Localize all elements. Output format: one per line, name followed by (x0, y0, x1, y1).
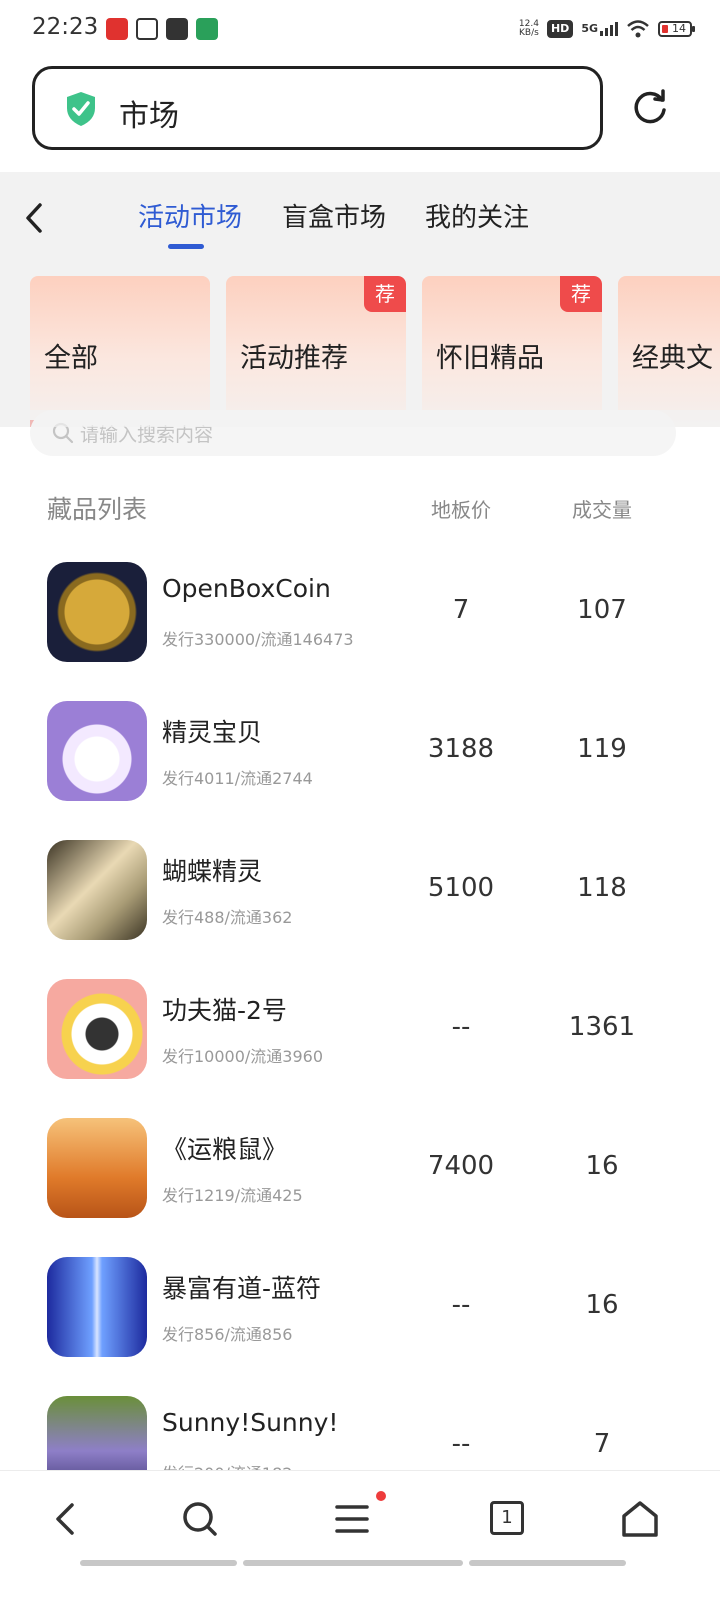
battery-icon: 14 (658, 21, 695, 37)
hand-icon (136, 18, 158, 40)
trade-volume: 16 (585, 1151, 619, 1181)
trade-volume: 118 (577, 873, 627, 903)
net-speed: 12.4 KB/s (518, 19, 539, 38)
collectible-name: 蝴蝶精灵 (162, 857, 263, 886)
recommend-badge: 荐 (364, 276, 406, 312)
recommend-badge: 荐 (560, 276, 602, 312)
tab-activity-market[interactable]: 活动市场 (138, 197, 242, 234)
floor-price: -- (451, 1290, 471, 1320)
collectible-thumbnail (47, 1257, 147, 1357)
collectible-row[interactable]: OpenBoxCoin 发行330000/流通146473 7 107 (0, 562, 720, 701)
collectible-thumbnail (47, 562, 147, 662)
address-bar[interactable]: 市场 (32, 66, 603, 150)
map-icon (196, 18, 218, 40)
collectible-row[interactable]: 暴富有道-蓝符 发行856/流通856 -- 16 (0, 1257, 720, 1396)
category-label: 活动推荐 (240, 343, 348, 374)
home-indicator-segment (469, 1560, 626, 1566)
collectible-name: OpenBoxCoin (162, 574, 331, 603)
wifi-icon (627, 20, 649, 38)
floor-price: 5100 (427, 873, 495, 903)
category-label: 全部 (44, 343, 98, 374)
collectible-thumbnail (47, 1118, 147, 1218)
collectible-thumbnail (47, 979, 147, 1079)
trade-volume: 7 (593, 1429, 611, 1459)
tab-my-follows[interactable]: 我的关注 (425, 197, 529, 234)
collectible-name: 精灵宝贝 (162, 718, 263, 747)
tabs-icon[interactable]: 1 (490, 1501, 524, 1535)
collectible-supply: 发行1219/流通425 (162, 1186, 303, 1205)
category-label: 经典文 (632, 343, 713, 374)
collectible-supply: 发行10000/流通3960 (162, 1047, 324, 1066)
shield-check-icon (67, 92, 95, 126)
collectible-thumbnail (47, 840, 147, 940)
netease-music-icon (106, 18, 128, 40)
address-text: 市场 (119, 99, 179, 134)
trade-volume: 107 (577, 595, 627, 625)
collectible-row[interactable]: 功夫猫-2号 发行10000/流通3960 -- 1361 (0, 979, 720, 1118)
list-title: 藏品列表 (47, 495, 148, 524)
notification-dot (376, 1491, 386, 1501)
floor-price: -- (451, 1012, 471, 1042)
bottom-nav: 1 (0, 1470, 720, 1600)
reload-icon[interactable] (628, 86, 672, 130)
menu-icon[interactable] (334, 1499, 374, 1539)
tab-blind-box-market[interactable]: 盲盒市场 (282, 197, 386, 234)
header-fade (0, 410, 720, 427)
collectible-row[interactable]: 蝴蝶精灵 发行488/流通362 5100 118 (0, 840, 720, 979)
category-label: 怀旧精品 (436, 343, 544, 374)
status-bar: 22:23 12.4 KB/s HD 5G 14 (0, 0, 720, 58)
trade-volume: 119 (577, 734, 627, 764)
category-nostalgic[interactable]: 怀旧精品 荐 (422, 276, 602, 427)
hd-icon: HD (546, 20, 574, 38)
search-icon[interactable] (180, 1499, 220, 1539)
status-time: 22:23 (32, 14, 99, 40)
trade-volume: 1361 (568, 1012, 636, 1042)
tab-indicator (168, 244, 204, 249)
floor-price: 7400 (427, 1151, 495, 1181)
floor-price-header[interactable]: 地板价 (400, 494, 522, 523)
collectible-name: 功夫猫-2号 (162, 996, 287, 1025)
collectible-name: 暴富有道-蓝符 (162, 1274, 322, 1303)
signal-icon: 5G (581, 22, 618, 36)
floor-price: 3188 (427, 734, 495, 764)
collectible-name: 《运粮鼠》 (162, 1135, 288, 1164)
category-all[interactable]: 全部 (30, 276, 210, 427)
collectible-row[interactable]: 精灵宝贝 发行4011/流通2744 3188 119 (0, 701, 720, 840)
collectible-supply: 发行856/流通856 (162, 1325, 293, 1344)
home-icon[interactable] (620, 1499, 660, 1539)
collectible-name: Sunny!Sunny! (162, 1408, 339, 1437)
category-classic[interactable]: 经典文 (618, 276, 720, 427)
back-icon[interactable] (46, 1499, 86, 1539)
chevron-left-icon[interactable] (20, 200, 50, 236)
collectible-supply: 发行330000/流通146473 (162, 630, 354, 649)
trade-volume: 16 (585, 1290, 619, 1320)
collectible-row[interactable]: 《运粮鼠》 发行1219/流通425 7400 16 (0, 1118, 720, 1257)
volume-header[interactable]: 成交量 (540, 494, 664, 523)
tiktok-icon (166, 18, 188, 40)
collectible-thumbnail (47, 701, 147, 801)
floor-price: 7 (452, 595, 470, 625)
collectible-supply: 发行488/流通362 (162, 908, 293, 927)
collectible-supply: 发行4011/流通2744 (162, 769, 313, 788)
category-recommended[interactable]: 活动推荐 荐 (226, 276, 406, 427)
home-indicator-segment (243, 1560, 463, 1566)
floor-price: -- (451, 1429, 471, 1459)
home-indicator-segment (80, 1560, 237, 1566)
